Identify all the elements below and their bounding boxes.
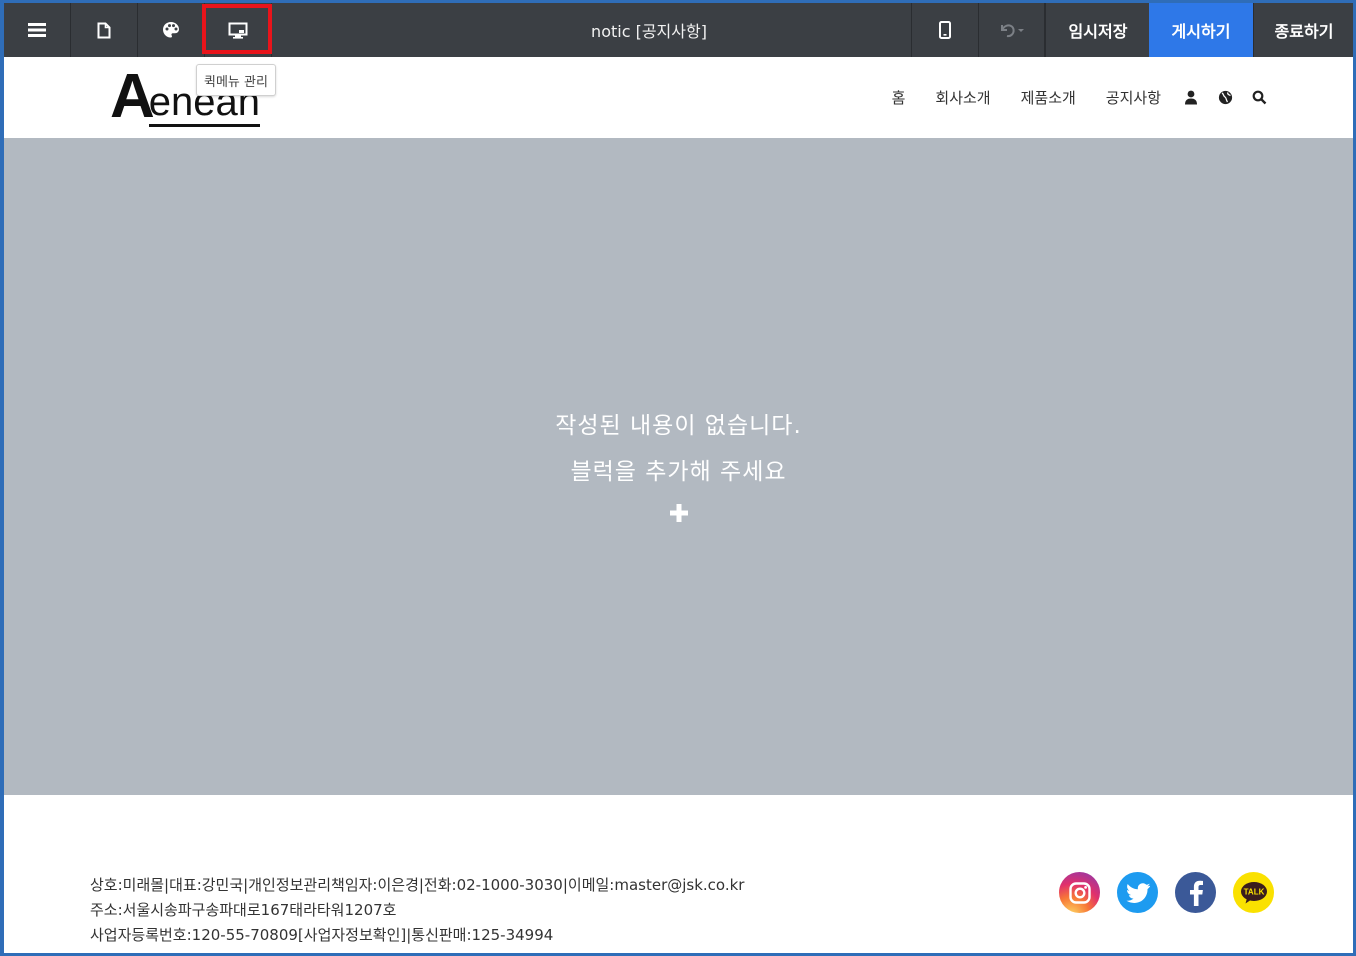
- page-button[interactable]: [71, 3, 138, 57]
- empty-message: 작성된 내용이 없습니다.: [555, 413, 802, 439]
- globe-icon[interactable]: [1217, 90, 1233, 106]
- content-area: 작성된 내용이 없습니다. 블럭을 추가해 주세요: [4, 138, 1353, 795]
- quick-menu-button[interactable]: [205, 3, 272, 57]
- editor-toolbar: notic [공지사항] 임시저장 게시하기 종료하기: [4, 3, 1353, 57]
- design-button[interactable]: [138, 3, 205, 57]
- search-icon[interactable]: [1251, 90, 1267, 106]
- page-title: notic [공지사항]: [591, 22, 707, 41]
- editor-window: notic [공지사항] 임시저장 게시하기 종료하기 퀵메뉴 관리 A ene…: [4, 3, 1353, 953]
- add-block-prompt: 블럭을 추가해 주세요: [570, 459, 787, 485]
- nav-item-about[interactable]: 회사소개: [935, 87, 990, 108]
- desktop-icon: [228, 22, 248, 39]
- mobile-icon: [939, 21, 951, 39]
- social-links: TALK: [1059, 872, 1274, 913]
- menu-button[interactable]: [4, 3, 71, 57]
- logo-initial: A: [110, 62, 155, 131]
- nav-item-products[interactable]: 제품소개: [1021, 87, 1076, 108]
- undo-icon: [997, 21, 1025, 39]
- site-footer: 상호:미래몰|대표:강민국|개인정보관리책임자:이은경|전화:02-1000-3…: [4, 795, 1353, 953]
- user-icon[interactable]: [1183, 90, 1199, 106]
- nav-item-notice[interactable]: 공지사항: [1106, 87, 1161, 108]
- footer-line-registration: 사업자등록번호:120-55-70809[사업자정보확인]|통신판매:125-3…: [90, 926, 554, 944]
- publish-button[interactable]: 게시하기: [1149, 3, 1253, 57]
- twitter-icon[interactable]: [1117, 872, 1158, 913]
- header-icons: [1183, 57, 1267, 138]
- plus-icon: [666, 504, 692, 530]
- facebook-icon[interactable]: [1175, 872, 1216, 913]
- nav-item-home[interactable]: 홈: [892, 87, 906, 108]
- menu-icon: [28, 22, 46, 38]
- tooltip-quick-menu: 퀵메뉴 관리: [196, 64, 276, 96]
- mobile-view-button[interactable]: [911, 3, 979, 57]
- footer-line-company: 상호:미래몰|대표:강민국|개인정보관리책임자:이은경|전화:02-1000-3…: [90, 876, 745, 894]
- kakaotalk-icon[interactable]: TALK: [1233, 872, 1274, 913]
- footer-line-address: 주소:서울시송파구송파대로167태라타워1207호: [90, 901, 397, 919]
- palette-icon: [162, 21, 180, 39]
- temp-save-button[interactable]: 임시저장: [1045, 3, 1150, 57]
- main-nav: 홈 회사소개 제품소개 공지사항: [892, 57, 1161, 138]
- instagram-icon[interactable]: [1059, 872, 1100, 913]
- page-icon: [97, 22, 111, 39]
- footer-info: 상호:미래몰|대표:강민국|개인정보관리책임자:이은경|전화:02-1000-3…: [90, 873, 744, 948]
- kakaotalk-label: TALK: [1243, 887, 1264, 896]
- exit-button[interactable]: 종료하기: [1253, 3, 1353, 57]
- add-block-button[interactable]: [666, 500, 692, 526]
- undo-button[interactable]: [978, 3, 1045, 57]
